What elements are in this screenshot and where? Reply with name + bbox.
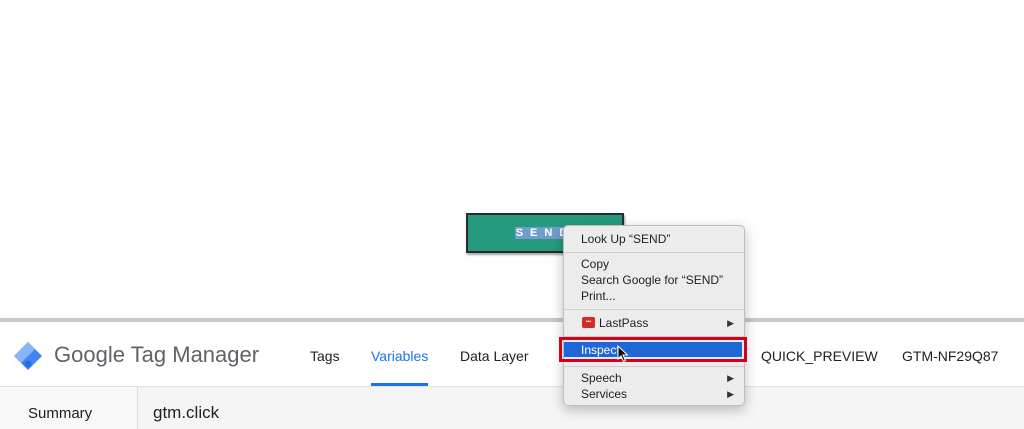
website-preview-area: SEND xyxy=(0,0,1024,320)
gtm-header: Google Tag Manager Tags Variables Data L… xyxy=(0,322,1024,387)
menu-separator xyxy=(564,252,744,253)
menu-item-copy[interactable]: Copy xyxy=(581,257,609,271)
menu-item-inspect[interactable]: Inspect xyxy=(581,343,620,357)
context-menu: Look Up “SEND” Copy Search Google for “S… xyxy=(559,225,747,406)
menu-item-services[interactable]: Services xyxy=(581,387,627,401)
tab-variables[interactable]: Variables xyxy=(371,348,428,364)
summary-bar: Summary gtm.click xyxy=(0,387,1024,429)
menu-item-search-google[interactable]: Search Google for “SEND” xyxy=(581,273,723,287)
menu-item-speech[interactable]: Speech xyxy=(581,371,622,385)
menu-item-look-up[interactable]: Look Up “SEND” xyxy=(581,232,670,246)
active-tab-indicator xyxy=(371,383,428,386)
menu-item-lastpass[interactable]: LastPass xyxy=(599,316,648,330)
tab-tags[interactable]: Tags xyxy=(310,348,340,364)
summary-label: Summary xyxy=(28,405,93,422)
submenu-arrow-icon: ▶ xyxy=(727,318,734,328)
container-id: GTM-NF29Q87 xyxy=(902,348,999,364)
menu-separator xyxy=(564,309,744,310)
summary-tab[interactable]: Summary xyxy=(0,387,138,429)
mouse-cursor-icon xyxy=(617,345,629,363)
menu-separator xyxy=(564,366,744,367)
lastpass-icon: ••• xyxy=(582,317,595,328)
gtm-logo-icon xyxy=(14,342,42,370)
gtm-title: Google Tag Manager xyxy=(54,342,260,367)
menu-item-print[interactable]: Print... xyxy=(581,289,616,303)
event-name: gtm.click xyxy=(153,403,220,422)
submenu-arrow-icon: ▶ xyxy=(727,373,734,383)
quick-preview-label: QUICK_PREVIEW xyxy=(761,348,878,364)
submenu-arrow-icon: ▶ xyxy=(727,389,734,399)
tab-data-layer[interactable]: Data Layer xyxy=(460,348,528,364)
